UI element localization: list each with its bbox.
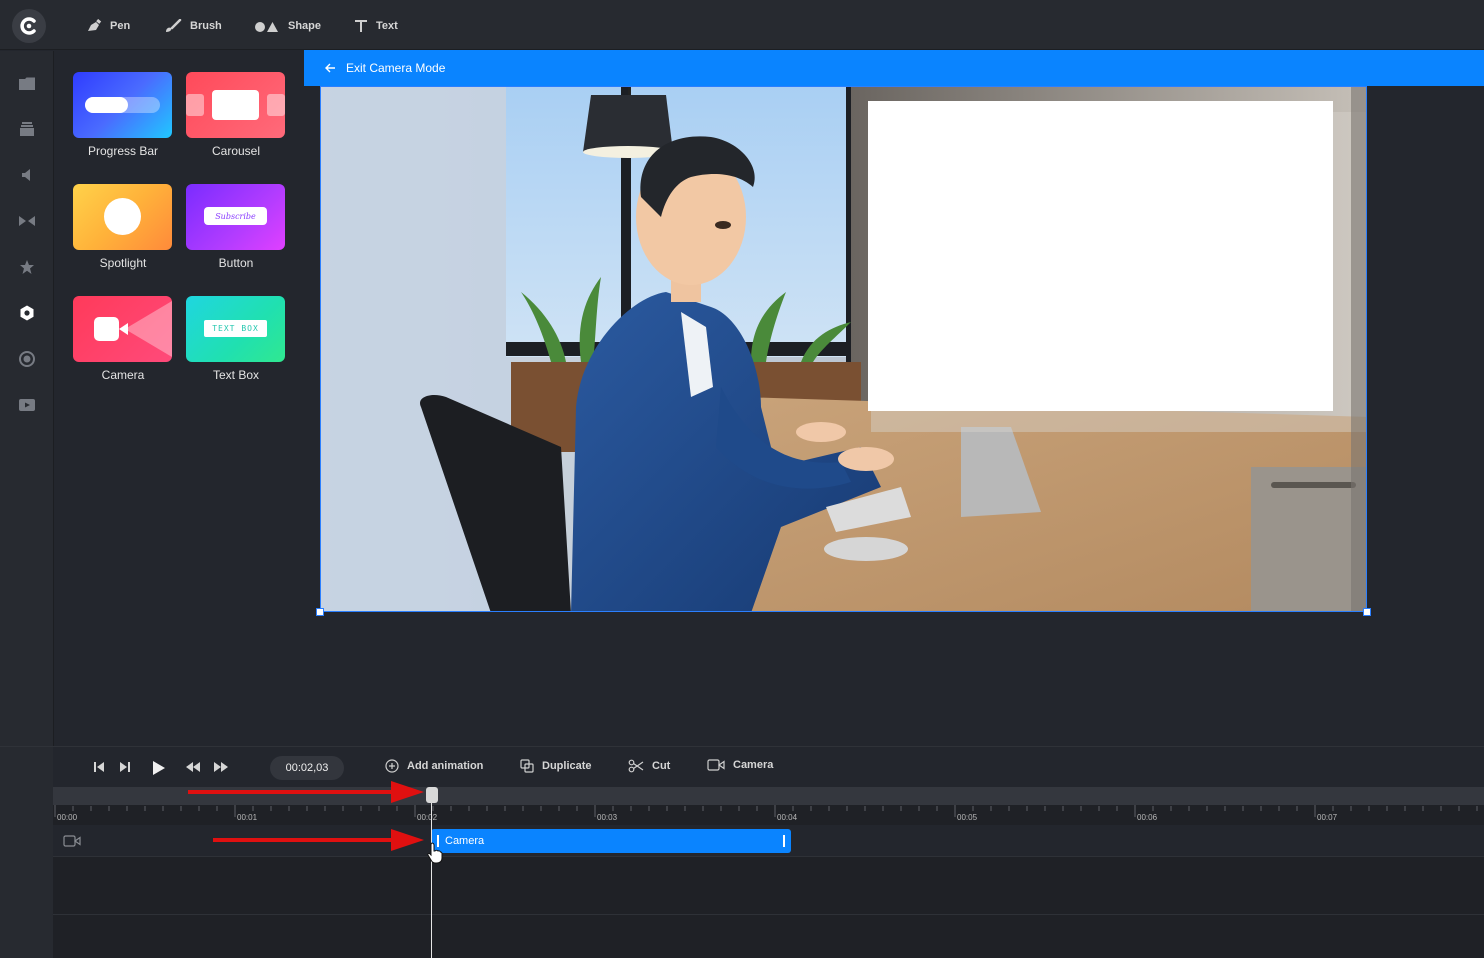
canvas-stage: Exit Camera Mode: [304, 50, 1484, 746]
resize-handle-bottom-left[interactable]: [316, 608, 324, 616]
camera-clip-label: Camera: [445, 835, 485, 847]
back-arrow-icon: [325, 63, 335, 73]
camera-track-icon: [63, 835, 81, 847]
scissors-icon: [628, 759, 644, 773]
folder-icon[interactable]: [17, 73, 37, 93]
widget-icon[interactable]: [17, 303, 37, 323]
camera-action-label: Camera: [733, 759, 774, 771]
speaker-icon[interactable]: [17, 165, 37, 185]
duplicate-button[interactable]: Duplicate: [520, 759, 592, 773]
skip-start-icon: [94, 762, 104, 772]
widget-button[interactable]: Subscribe Button: [186, 184, 286, 270]
camera-icon: [707, 759, 725, 771]
add-circle-icon: [385, 759, 399, 773]
video-icon[interactable]: [17, 395, 37, 415]
widget-label: Spotlight: [99, 256, 147, 270]
annotation-arrow-top: [188, 781, 424, 803]
widget-label: Camera: [101, 368, 145, 382]
rewind-icon: [186, 762, 200, 772]
timeline-side-rail: [0, 747, 53, 958]
play-button[interactable]: [152, 760, 166, 776]
rewind-button[interactable]: [186, 762, 200, 772]
empty-track-row: [53, 916, 1484, 958]
progress-bar-thumbnail: [73, 72, 172, 138]
app-window: Pen Brush Shape Text Progress Bar Carous…: [0, 0, 1484, 958]
ruler-label: 00:05: [957, 813, 978, 822]
playhead-line: [431, 797, 432, 958]
widget-label: Carousel: [211, 144, 261, 158]
duplicate-label: Duplicate: [542, 760, 592, 772]
widget-text-box[interactable]: TEXT BOX Text Box: [186, 296, 286, 382]
carousel-thumbnail: [186, 72, 285, 138]
duplicate-icon: [520, 759, 534, 773]
shape-icon: [255, 22, 278, 32]
ruler-label: 00:00: [57, 813, 78, 822]
cut-label: Cut: [652, 760, 671, 772]
resize-handle-bottom-right[interactable]: [1363, 608, 1371, 616]
timecode-display[interactable]: 00:02,03: [270, 756, 344, 780]
pen-icon: [88, 19, 102, 31]
layers-icon[interactable]: [17, 119, 37, 139]
widget-label: Button: [218, 256, 254, 270]
widget-spotlight[interactable]: Spotlight: [73, 184, 173, 270]
clip-right-handle[interactable]: [783, 835, 785, 847]
scene-image[interactable]: [320, 86, 1367, 612]
spotlight-thumbnail: [73, 184, 172, 250]
camera-add-button[interactable]: Camera: [707, 759, 773, 771]
record-icon[interactable]: [17, 349, 37, 369]
star-icon[interactable]: [17, 257, 37, 277]
transition-icon[interactable]: [17, 211, 37, 231]
skip-to-start-button[interactable]: [93, 761, 105, 773]
add-animation-button[interactable]: Add animation: [385, 759, 483, 773]
step-forward-button[interactable]: [119, 761, 131, 773]
text-tool-button[interactable]: Text: [354, 14, 398, 38]
shape-tool-button[interactable]: Shape: [254, 14, 321, 38]
empty-track-row: [53, 858, 1484, 915]
fast-forward-button[interactable]: [214, 762, 228, 772]
annotation-arrow-bottom: [213, 829, 424, 851]
logo-icon: [20, 17, 36, 35]
brush-icon: [166, 19, 182, 32]
shape-tool-label: Shape: [288, 20, 322, 32]
pen-tool-label: Pen: [110, 20, 131, 32]
play-icon: [153, 761, 165, 775]
text-box-thumbnail: TEXT BOX: [186, 296, 285, 362]
widget-label: Text Box: [212, 368, 260, 382]
ruler-label: 00:06: [1137, 813, 1158, 822]
add-animation-label: Add animation: [407, 760, 484, 772]
ruler-label: 00:04: [777, 813, 798, 822]
exit-camera-mode-bar[interactable]: Exit Camera Mode: [304, 50, 1484, 86]
widget-carousel[interactable]: Carousel: [186, 72, 286, 158]
hand-cursor-icon: [427, 842, 443, 864]
widget-label: Progress Bar: [87, 144, 159, 158]
widget-camera[interactable]: Camera: [73, 296, 173, 382]
step-forward-icon: [120, 762, 130, 772]
camera-clip[interactable]: Camera: [431, 829, 791, 853]
office-scene-illustration: [321, 87, 1366, 611]
thumb-textbox-text: TEXT BOX: [204, 320, 267, 337]
exit-camera-mode-label: Exit Camera Mode: [346, 61, 446, 75]
top-toolbar: Pen Brush Shape Text: [0, 0, 1484, 50]
ruler-label: 00:03: [597, 813, 618, 822]
brush-tool-label: Brush: [190, 20, 222, 32]
ruler-label: 00:01: [237, 813, 258, 822]
fast-forward-icon: [214, 762, 228, 772]
pen-tool-button[interactable]: Pen: [86, 14, 130, 38]
ruler-label: 00:02: [417, 813, 438, 822]
left-icon-rail: [0, 51, 54, 746]
camera-thumbnail: [73, 296, 172, 362]
camera-widget-icon: [94, 301, 172, 357]
cut-button[interactable]: Cut: [628, 759, 670, 773]
app-logo[interactable]: [12, 9, 46, 43]
button-thumbnail: Subscribe: [186, 184, 285, 250]
text-tool-label: Text: [376, 20, 398, 32]
widget-panel: Progress Bar Carousel Spotlight Subscrib…: [55, 51, 304, 746]
thumb-subscribe-text: Subscribe: [204, 207, 267, 225]
brush-tool-button[interactable]: Brush: [164, 14, 222, 38]
widget-progress-bar[interactable]: Progress Bar: [73, 72, 173, 158]
text-icon: [355, 20, 367, 32]
ruler-label: 00:07: [1317, 813, 1338, 822]
